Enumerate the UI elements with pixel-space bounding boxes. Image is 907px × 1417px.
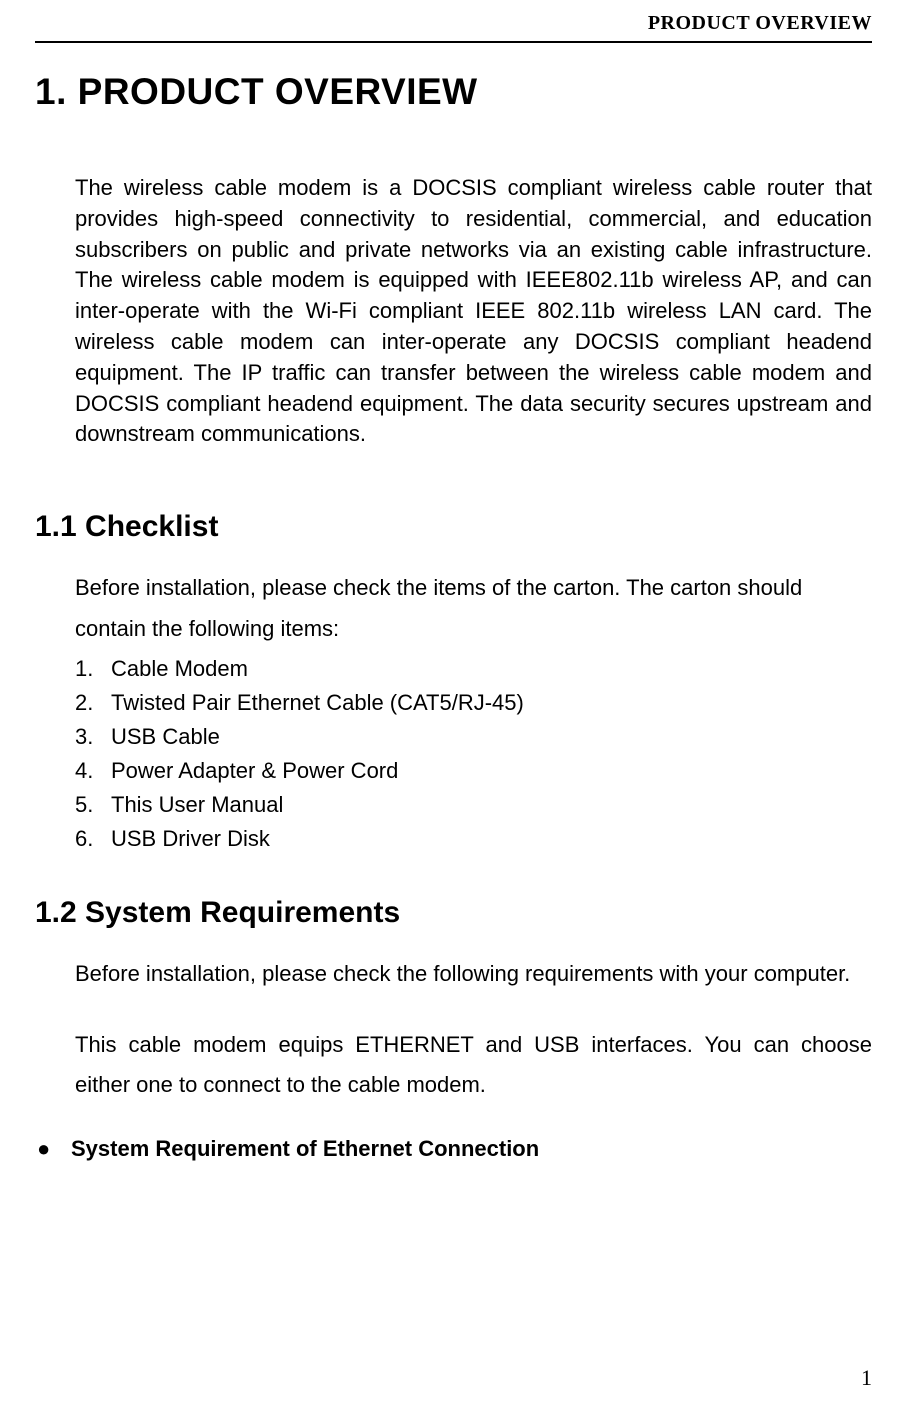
bullet-label: System Requirement of Ethernet Connectio… bbox=[71, 1136, 539, 1162]
list-item-number: 3. bbox=[75, 720, 111, 754]
section-1-2-para2: This cable modem equips ETHERNET and USB… bbox=[75, 1025, 872, 1106]
list-item-number: 1. bbox=[75, 652, 111, 686]
section-1-2-para1: Before installation, please check the fo… bbox=[75, 954, 872, 995]
list-item-text: Cable Modem bbox=[111, 652, 248, 686]
running-header: PRODUCT OVERVIEW bbox=[35, 0, 872, 35]
list-item: 3. USB Cable bbox=[75, 720, 872, 754]
list-item: 5. This User Manual bbox=[75, 788, 872, 822]
list-item-number: 2. bbox=[75, 686, 111, 720]
list-item-text: This User Manual bbox=[111, 788, 283, 822]
list-item-text: Twisted Pair Ethernet Cable (CAT5/RJ-45) bbox=[111, 686, 524, 720]
list-item: 4. Power Adapter & Power Cord bbox=[75, 754, 872, 788]
list-item: 2. Twisted Pair Ethernet Cable (CAT5/RJ-… bbox=[75, 686, 872, 720]
list-item: 6. USB Driver Disk bbox=[75, 822, 872, 856]
list-item-number: 6. bbox=[75, 822, 111, 856]
list-item: 1. Cable Modem bbox=[75, 652, 872, 686]
list-item-text: USB Driver Disk bbox=[111, 822, 270, 856]
bullet-icon: ● bbox=[35, 1136, 71, 1162]
checklist: 1. Cable Modem 2. Twisted Pair Ethernet … bbox=[75, 652, 872, 857]
running-title: PRODUCT OVERVIEW bbox=[648, 12, 872, 34]
section-1-heading: 1. PRODUCT OVERVIEW bbox=[35, 71, 872, 113]
bullet-item: ● System Requirement of Ethernet Connect… bbox=[35, 1136, 872, 1162]
checklist-intro: Before installation, please check the it… bbox=[75, 568, 872, 649]
section-1-paragraph: The wireless cable modem is a DOCSIS com… bbox=[75, 173, 872, 450]
list-item-number: 4. bbox=[75, 754, 111, 788]
section-1-2-heading: 1.2 System Requirements bbox=[35, 896, 872, 930]
list-item-text: USB Cable bbox=[111, 720, 220, 754]
page-number: 1 bbox=[861, 1365, 872, 1391]
list-item-text: Power Adapter & Power Cord bbox=[111, 754, 398, 788]
section-1-1-heading: 1.1 Checklist bbox=[35, 510, 872, 544]
list-item-number: 5. bbox=[75, 788, 111, 822]
header-rule bbox=[35, 41, 872, 43]
